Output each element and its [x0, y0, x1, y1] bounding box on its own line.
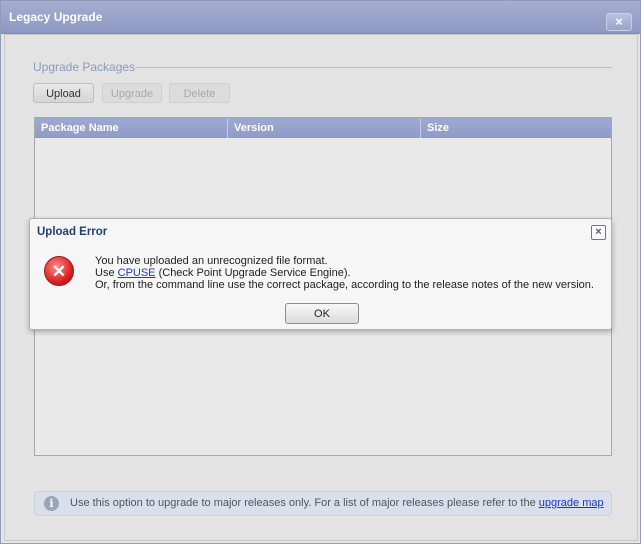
window-titlebar[interactable]: Legacy Upgrade ×: [1, 1, 640, 34]
message-line-3: Or, from the command line use the correc…: [95, 279, 594, 291]
window-title: Legacy Upgrade: [9, 10, 103, 24]
section-divider: [136, 67, 612, 68]
upload-button[interactable]: Upload: [33, 83, 94, 103]
info-message: Use this option to upgrade to major rele…: [70, 497, 536, 509]
dialog-title: Upload Error: [37, 226, 108, 238]
delete-button[interactable]: Delete: [169, 83, 230, 103]
dialog-close-button[interactable]: ×: [591, 225, 606, 240]
upgrade-button[interactable]: Upgrade: [102, 83, 162, 103]
cpuse-link[interactable]: CPUSE: [118, 267, 156, 279]
message-line-2: Use CPUSE (Check Point Upgrade Service E…: [95, 267, 594, 279]
ok-button[interactable]: OK: [285, 303, 359, 324]
section-title: Upgrade Packages: [33, 60, 136, 74]
error-icon: ✕: [44, 256, 74, 286]
close-icon: ×: [615, 14, 623, 29]
column-header-package-name[interactable]: Package Name: [35, 118, 228, 138]
info-bar: i Use this option to upgrade to major re…: [34, 491, 612, 516]
message-line-1: You have uploaded an unrecognized file f…: [95, 255, 328, 267]
table-header: Package Name Version Size: [35, 118, 611, 138]
info-text: Use this option to upgrade to major rele…: [70, 497, 604, 509]
column-header-size[interactable]: Size: [421, 118, 611, 138]
message-line-2-suffix: (Check Point Upgrade Service Engine).: [155, 267, 351, 279]
close-icon: ×: [595, 226, 602, 238]
message-line-2-prefix: Use: [95, 267, 118, 279]
upgrade-map-link[interactable]: upgrade map: [539, 497, 604, 509]
dialog-message: You have uploaded an unrecognized file f…: [95, 255, 594, 291]
info-icon: i: [44, 496, 59, 511]
window-close-button[interactable]: ×: [606, 13, 632, 31]
upload-error-dialog: Upload Error × ✕ You have uploaded an un…: [29, 218, 612, 330]
column-header-version[interactable]: Version: [228, 118, 421, 138]
